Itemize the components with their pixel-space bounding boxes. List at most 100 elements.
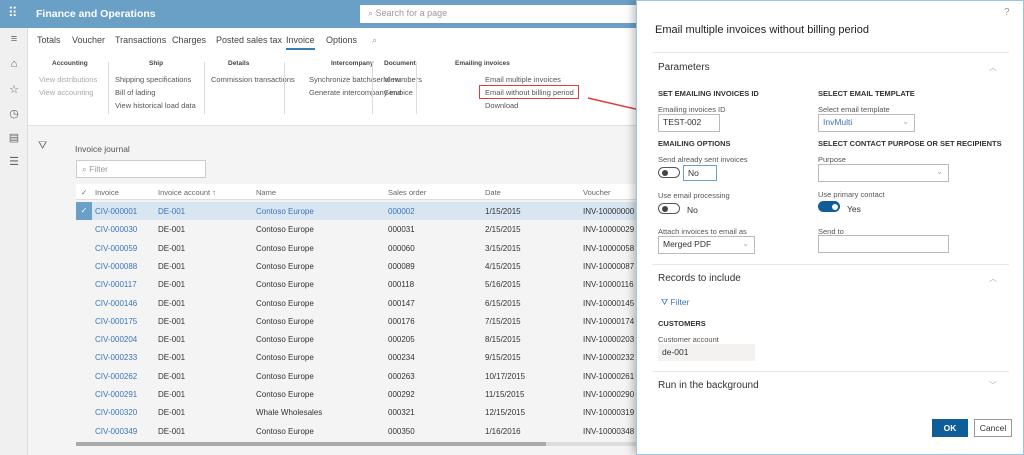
bill-of-lading[interactable]: Bill of lading [115,88,155,97]
table-row[interactable]: CIV-000088 DE-001 Contoso Europe 000089 4/15… [76,257,636,275]
app-launcher-icon[interactable]: ⠿ [8,6,18,20]
table-row[interactable]: CIV-000204 DE-001 Contoso Europe 000205 8/15… [76,330,636,348]
table-row[interactable]: CIV-000291 DE-001 Contoso Europe 000292 11/1… [76,385,636,403]
section-parameters[interactable]: Parameters [658,62,710,73]
cell-invoice[interactable]: CIV-000320 [95,408,137,417]
tab-invoice[interactable]: Invoice [286,35,315,50]
section-records-to-include[interactable]: Records to include [658,273,741,284]
col-name[interactable]: Name [256,188,276,197]
cell-invoice[interactable]: CIV-000088 [95,262,137,271]
row-checkbox[interactable]: ✓ [76,202,92,220]
table-row[interactable]: CIV-000349 DE-001 Contoso Europe 000350 1/16… [76,422,636,440]
use-email-processing-toggle[interactable] [658,203,680,214]
table-row[interactable]: CIV-000175 DE-001 Contoso Europe 000176 7/15… [76,312,636,330]
divider [652,371,1009,372]
view-accounting[interactable]: View accounting [39,88,93,97]
workspace-icon[interactable]: ▤ [0,131,28,144]
table-row[interactable]: ✓ CIV-000001 DE-001 Contoso Europe 000002 1/1… [76,202,636,221]
cell-invoice[interactable]: CIV-000175 [95,317,137,326]
filter-icon[interactable]: ⛛ [38,140,47,153]
emailing-invoices-id-input[interactable]: TEST-002 [658,114,720,132]
col-date[interactable]: Date [485,188,501,197]
cell-name: Contoso Europe [256,316,314,326]
cell-voucher: INV-10000116 [583,280,634,290]
group-label: SELECT EMAIL TEMPLATE [818,89,915,98]
hamburger-icon[interactable]: ≡ [0,33,28,45]
email-template-select[interactable]: InvMulti ⌄ [818,114,915,132]
email-multiple-invoices[interactable]: Email multiple invoices [485,75,561,84]
table-row[interactable]: CIV-000146 DE-001 Contoso Europe 000147 6/15… [76,294,636,312]
cell-invoice-account: DE-001 [158,426,186,436]
cell-invoice-account: DE-001 [158,353,186,363]
commission-transactions[interactable]: Commission transactions [211,75,295,84]
cell-sales-order: 000118 [388,280,415,290]
col-voucher[interactable]: Voucher [583,188,611,197]
group-accounting: Accounting [52,60,88,67]
list-icon[interactable]: ☰ [0,155,28,168]
tab-charges[interactable]: Charges [172,35,206,45]
cell-invoice[interactable]: CIV-000349 [95,427,137,436]
cell-invoice[interactable]: CIV-000204 [95,335,137,344]
search-icon: ⌕ [368,8,376,18]
purpose-select[interactable]: ⌄ [818,164,949,182]
cell-invoice[interactable]: CIV-000262 [95,372,137,381]
group-document: Document [384,60,416,67]
send-dropdown[interactable]: Send ⌄ [384,88,410,97]
view-dropdown[interactable]: View ⌄ [384,75,409,84]
use-primary-contact-toggle[interactable] [818,201,840,212]
tab-posted-sales-tax[interactable]: Posted sales tax [216,35,282,45]
cell-sales-order: 000147 [388,298,415,308]
help-icon[interactable]: ? [1004,7,1010,18]
table-row[interactable]: CIV-000262 DE-001 Contoso Europe 000263 10/1… [76,367,636,385]
cancel-button[interactable]: Cancel [974,419,1012,437]
search-input[interactable]: ⌕ Search for a page [360,5,650,23]
tab-options[interactable]: Options [326,35,357,45]
col-label: Invoice account [158,188,211,197]
chevron-up-icon[interactable]: ︿ [989,62,997,73]
table-row[interactable]: CIV-000233 DE-001 Contoso Europe 000234 9/15… [76,348,636,366]
cell-invoice[interactable]: CIV-000233 [95,353,137,362]
sort-ascending-icon: ↑ [212,188,216,197]
attach-as-select[interactable]: Merged PDF ⌄ [658,236,755,254]
cell-invoice[interactable]: CIV-000030 [95,225,137,234]
chevron-down-icon[interactable]: ﹀ [989,380,997,391]
col-invoice-account[interactable]: Invoice account ↑ [158,188,216,197]
group-emailing-invoices: Emailing invoices [455,60,510,67]
col-sales-order[interactable]: Sales order [388,188,426,197]
cell-invoice[interactable]: CIV-000117 [95,280,137,289]
table-header: ✓ Invoice Invoice account ↑ Name Sales o… [76,184,636,200]
cell-invoice[interactable]: CIV-000146 [95,299,137,308]
clock-icon[interactable]: ◷ [0,107,28,120]
star-icon[interactable]: ☆ [0,83,28,96]
ok-button[interactable]: OK [932,419,968,437]
chevron-up-icon[interactable]: ︿ [989,273,997,284]
table-row[interactable]: CIV-000030 DE-001 Contoso Europe 000031 2/15… [76,220,636,238]
tab-voucher[interactable]: Voucher [72,35,105,45]
view-distributions[interactable]: View distributions [39,75,97,84]
view-label: View [384,75,401,84]
table-row[interactable]: CIV-000117 DE-001 Contoso Europe 000118 5/16… [76,275,636,293]
home-icon[interactable]: ⌂ [0,58,28,70]
table-row[interactable]: CIV-000059 DE-001 Contoso Europe 000060 3/15… [76,239,636,257]
send-to-input[interactable] [818,235,949,253]
section-run-in-background[interactable]: Run in the background [658,380,759,391]
cell-invoice[interactable]: CIV-000291 [95,390,137,399]
tab-transactions[interactable]: Transactions [115,35,166,45]
cell-name: Contoso Europe [256,335,314,345]
scrollbar-thumb[interactable] [76,442,546,446]
search-icon[interactable]: ⌕ [372,35,377,46]
shipping-specifications[interactable]: Shipping specifications [115,75,191,84]
cell-invoice[interactable]: CIV-000059 [95,244,137,253]
cell-invoice[interactable]: CIV-000001 [95,207,137,216]
filter-input[interactable]: ⌕ Filter [76,160,206,178]
view-historical-load-data[interactable]: View historical load data [115,101,196,110]
group-label: SELECT CONTACT PURPOSE OR SET RECIPIENTS [818,139,1002,148]
filter-button[interactable]: ⛛ Filter [661,297,689,308]
download[interactable]: Download [485,101,518,110]
cell-voucher: INV-10000319 [583,408,635,418]
select-all-checkbox[interactable]: ✓ [81,188,87,197]
tab-totals[interactable]: Totals [37,35,61,45]
send-already-sent-toggle[interactable] [658,167,680,178]
table-row[interactable]: CIV-000320 DE-001 Whale Wholesales 000321 12… [76,403,636,421]
col-invoice[interactable]: Invoice [95,188,119,197]
